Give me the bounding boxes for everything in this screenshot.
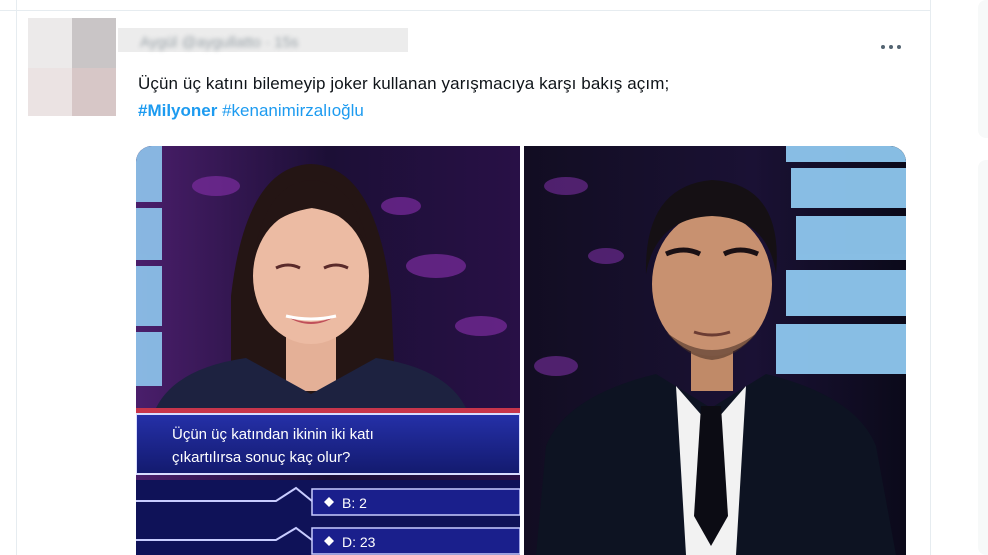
tweet-header: Aygül @aygullatto · 15s xyxy=(140,34,299,51)
column-border-left xyxy=(16,0,17,555)
tweet-media[interactable]: Üçün üç katından ikinin iki katı çıkartı… xyxy=(136,146,906,555)
photo-host xyxy=(524,146,906,555)
media-divider xyxy=(520,146,524,555)
tweet-hashtags: #Milyoner #kenanimirzalıoğlu xyxy=(138,101,364,121)
answer-panel: B: 2 D: 23 xyxy=(136,480,521,555)
question-panel: Üçün üç katından ikinin iki katı çıkartı… xyxy=(136,408,521,475)
avatar[interactable] xyxy=(28,18,116,116)
tweet-time[interactable]: 15s xyxy=(274,34,298,51)
sidebar-card xyxy=(978,0,988,138)
hashtag-link-kenanimirzalioglu[interactable]: #kenanimirzalıoğlu xyxy=(222,101,364,120)
tweet-text: Üçün üç katını bilemeyip joker kullanan … xyxy=(138,74,670,93)
more-icon xyxy=(889,45,893,49)
more-icon xyxy=(881,45,885,49)
answer-d: D: 23 xyxy=(342,534,376,550)
author-handle[interactable]: @aygullatto xyxy=(181,34,260,51)
author-name[interactable]: Aygül xyxy=(140,34,177,51)
hashtag-link-milyoner[interactable]: #Milyoner xyxy=(138,101,217,120)
more-button[interactable] xyxy=(876,36,906,58)
answer-b: B: 2 xyxy=(342,495,367,511)
question-line-1: Üçün üç katından ikinin iki katı xyxy=(172,425,374,443)
question-line-2: çıkartılırsa sonuç kaç olur? xyxy=(172,449,350,466)
timeline-top-divider xyxy=(0,10,930,11)
sidebar-card xyxy=(978,160,988,555)
more-icon xyxy=(897,45,901,49)
column-border-right xyxy=(930,0,931,555)
